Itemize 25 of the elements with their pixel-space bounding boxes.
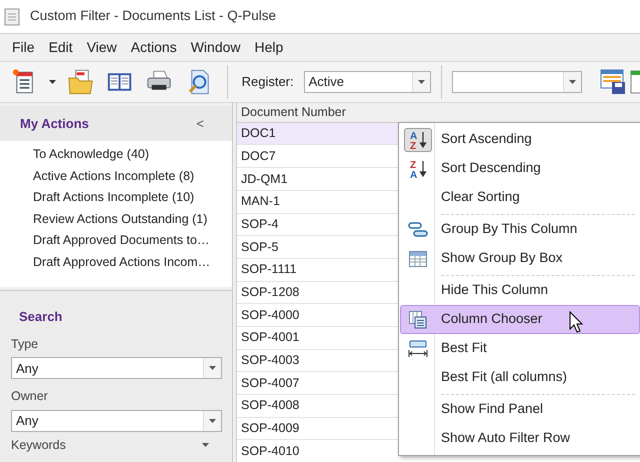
table-cell-text: SOP-4003	[241, 352, 300, 370]
my-actions-heading: My Actions	[20, 114, 89, 133]
table-cell-text: SOP-4010	[241, 442, 300, 460]
field-label: Type	[11, 336, 40, 353]
keywords-label: Keywords	[11, 437, 66, 454]
table-cell-text: SOP-4	[241, 216, 279, 233]
combo-value: Any	[15, 412, 40, 430]
table-cell-text: SOP-1111	[241, 261, 297, 278]
table-cell-text: DOC7	[241, 148, 276, 165]
table-cell-text: SOP-4007	[241, 374, 300, 392]
combo-value: Any	[15, 360, 40, 378]
table-cell-text: SOP-4008	[241, 397, 300, 414]
table-cell-text: SOP-5	[241, 238, 279, 256]
table-cell-text: MAN-1	[241, 193, 280, 210]
table-cell-text: SOP-4009	[241, 420, 300, 438]
table-cell-text: DOC1	[241, 125, 276, 142]
table-cell-text: SOP-4000	[241, 306, 300, 324]
field-label: Owner	[11, 388, 49, 406]
register-label: Register:	[242, 73, 294, 92]
search-heading: Search	[19, 308, 64, 326]
table-cell-text: JD-QM1	[241, 170, 288, 188]
table-cell-text: SOP-4001	[241, 329, 300, 346]
combo-value: Active	[308, 73, 346, 92]
window-title: Custom Filter - Documents List - Q-Pulse	[30, 7, 276, 26]
table-cell-text: SOP-1208	[241, 284, 300, 302]
